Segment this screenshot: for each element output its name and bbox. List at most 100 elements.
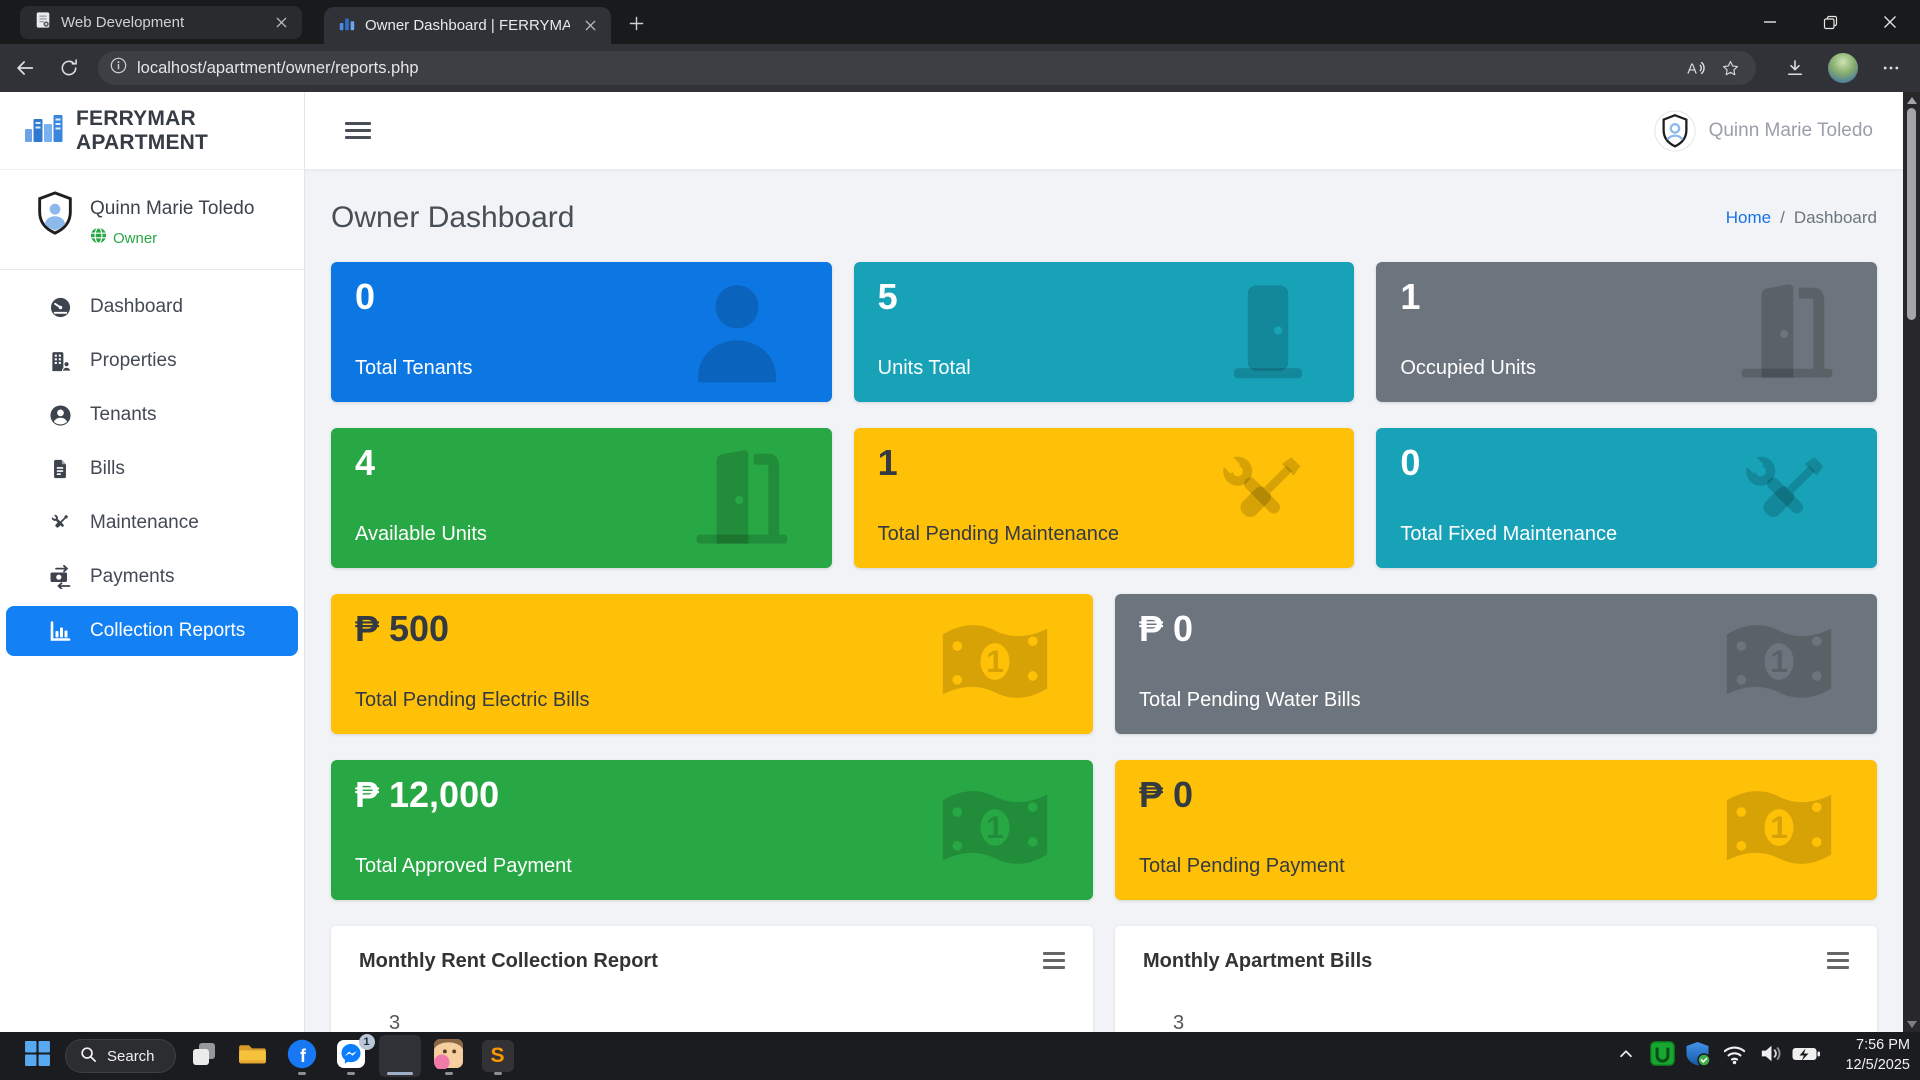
system-tray: 7:56 PM12/5/2025: [1610, 1032, 1910, 1080]
date-text: 12/5/2025: [1834, 1056, 1910, 1076]
tab-title: Owner Dashboard | FERRYMAR AP: [365, 17, 570, 34]
app-header: Quinn Marie Toledo: [305, 92, 1903, 170]
sidebar-user-name: Quinn Marie Toledo: [90, 198, 254, 220]
taskbar-facebook-icon[interactable]: f: [281, 1035, 323, 1077]
tray-green-app-icon[interactable]: [1646, 1036, 1678, 1076]
new-tab-button[interactable]: [619, 8, 653, 38]
taskbar-sublime-icon[interactable]: S: [477, 1035, 519, 1077]
sidebar-item-label: Dashboard: [90, 296, 183, 318]
money-bill-icon: 1: [1721, 783, 1837, 878]
breadcrumb-home-link[interactable]: Home: [1726, 208, 1771, 228]
anime-app-icon: [433, 1038, 464, 1074]
running-indicator: [445, 1072, 453, 1075]
brand: FERRYMAR APARTMENT: [0, 92, 304, 170]
taskbar-messenger-icon[interactable]: 1: [330, 1035, 372, 1077]
stat-card-total-pending-water-bills: ₱ 0Total Pending Water Bills1: [1115, 594, 1877, 734]
bar-chart-icon: [48, 619, 72, 643]
refresh-button[interactable]: [50, 49, 88, 87]
sublime-icon: S: [482, 1040, 514, 1072]
battery-icon: [1791, 1040, 1821, 1073]
tray-wifi-icon[interactable]: [1718, 1036, 1750, 1076]
window-controls: [1740, 0, 1920, 44]
taskbar-start-icon[interactable]: [16, 1035, 58, 1077]
restore-button[interactable]: [1800, 0, 1860, 44]
user-shield-avatar-icon: [1654, 110, 1696, 152]
scrollbar[interactable]: [1903, 92, 1920, 1032]
sidebar-item-properties[interactable]: Properties: [0, 334, 304, 388]
svg-text:1: 1: [986, 809, 1004, 845]
svg-text:A: A: [1687, 61, 1697, 77]
back-button[interactable]: [6, 49, 44, 87]
taskbar-file-explorer-icon[interactable]: [232, 1035, 274, 1077]
door-open-icon: [1737, 279, 1837, 386]
sidebar-item-maintenance[interactable]: Maintenance: [0, 496, 304, 550]
security-shield-icon: [1684, 1040, 1712, 1073]
sidebar-item-label: Payments: [90, 566, 174, 588]
tray-volume-icon[interactable]: [1754, 1036, 1786, 1076]
notification-badge: 1: [359, 1034, 375, 1050]
payments-icon: [48, 565, 72, 589]
browser-profile-avatar[interactable]: [1824, 49, 1862, 87]
stat-card-total-tenants: 0Total Tenants: [331, 262, 832, 402]
site-info-icon[interactable]: [110, 57, 127, 79]
sidebar-item-tenants[interactable]: Tenants: [0, 388, 304, 442]
tab-close-icon[interactable]: [579, 15, 601, 37]
page: Owner Dashboard Home / Dashboard 0Total …: [305, 170, 1903, 1032]
stat-card-available-units: 4Available Units: [331, 428, 832, 568]
header-user[interactable]: Quinn Marie Toledo: [1654, 110, 1873, 152]
running-indicator: [494, 1072, 502, 1075]
sidebar-item-payments[interactable]: Payments: [0, 550, 304, 604]
sidebar-item-collection-reports[interactable]: Collection Reports: [6, 606, 298, 656]
tab-owner-dashboard[interactable]: Owner Dashboard | FERRYMAR AP: [324, 7, 611, 44]
url-bar[interactable]: localhost/apartment/owner/reports.php A: [98, 51, 1756, 85]
brand-name: FERRYMAR APARTMENT: [76, 107, 304, 155]
tools-icon: [48, 511, 72, 535]
url-text[interactable]: localhost/apartment/owner/reports.php: [137, 59, 1682, 78]
svg-text:1: 1: [986, 643, 1004, 679]
sidebar-toggle-icon[interactable]: [345, 119, 375, 143]
tray-battery-icon[interactable]: [1790, 1036, 1822, 1076]
favorite-star-icon[interactable]: [1714, 54, 1746, 82]
chart-context-menu-icon[interactable]: [1827, 952, 1849, 969]
screen: Web Development Owner Dashboard | FERRYM…: [0, 0, 1920, 1080]
stat-card-total-pending-maintenance: 1Total Pending Maintenance: [854, 428, 1355, 568]
scrollbar-thumb[interactable]: [1907, 108, 1916, 320]
read-aloud-icon[interactable]: A: [1682, 54, 1714, 82]
sidebar-divider: [0, 269, 304, 270]
scroll-down-icon[interactable]: [1903, 1016, 1920, 1032]
chevron-up-icon: [1617, 1045, 1635, 1068]
user-role-badge: Owner: [113, 230, 157, 247]
chart-panel-title: Monthly Apartment Bills: [1143, 950, 1849, 973]
taskbar-task-view-icon[interactable]: [183, 1035, 225, 1077]
taskbar: Search f 1 S 7:56 PM12/5/2025: [0, 1032, 1920, 1080]
sidebar-item-bills[interactable]: Bills: [0, 442, 304, 496]
sidebar-item-label: Collection Reports: [90, 620, 245, 642]
chart-panel-monthly-rent-collection-report: Monthly Rent Collection Report3: [331, 926, 1093, 1032]
taskbar-clock[interactable]: 7:56 PM12/5/2025: [1834, 1036, 1910, 1075]
task-view-icon: [190, 1040, 218, 1073]
sidebar: FERRYMAR APARTMENT Quinn Marie Toledo Ow…: [0, 92, 305, 1032]
tray-chevron-up-icon[interactable]: [1610, 1036, 1642, 1076]
tab-web-development[interactable]: Web Development: [20, 6, 302, 39]
taskbar-anime-app-icon[interactable]: [428, 1035, 470, 1077]
sidebar-item-dashboard[interactable]: Dashboard: [0, 280, 304, 334]
minimize-button[interactable]: [1740, 0, 1800, 44]
taskbar-search[interactable]: Search: [65, 1039, 176, 1073]
tools-icon: [1733, 444, 1837, 553]
stat-card-total-pending-electric-bills: ₱ 500Total Pending Electric Bills1: [331, 594, 1093, 734]
downloads-button[interactable]: [1776, 49, 1814, 87]
taskbar-edge-icon[interactable]: [379, 1035, 421, 1077]
sidebar-item-label: Bills: [90, 458, 125, 480]
search-label: Search: [107, 1048, 155, 1065]
close-button[interactable]: [1860, 0, 1920, 44]
tab-close-icon[interactable]: [270, 12, 292, 34]
breadcrumb-separator: /: [1780, 208, 1785, 228]
tray-security-shield-icon[interactable]: [1682, 1036, 1714, 1076]
stat-card-occupied-units: 1Occupied Units: [1376, 262, 1877, 402]
person-silhouette-icon: [682, 276, 792, 389]
sidebar-item-label: Properties: [90, 350, 177, 372]
scroll-up-icon[interactable]: [1903, 92, 1920, 108]
browser-menu-button[interactable]: [1872, 49, 1910, 87]
brand-logo-icon: [24, 112, 64, 149]
chart-context-menu-icon[interactable]: [1043, 952, 1065, 969]
